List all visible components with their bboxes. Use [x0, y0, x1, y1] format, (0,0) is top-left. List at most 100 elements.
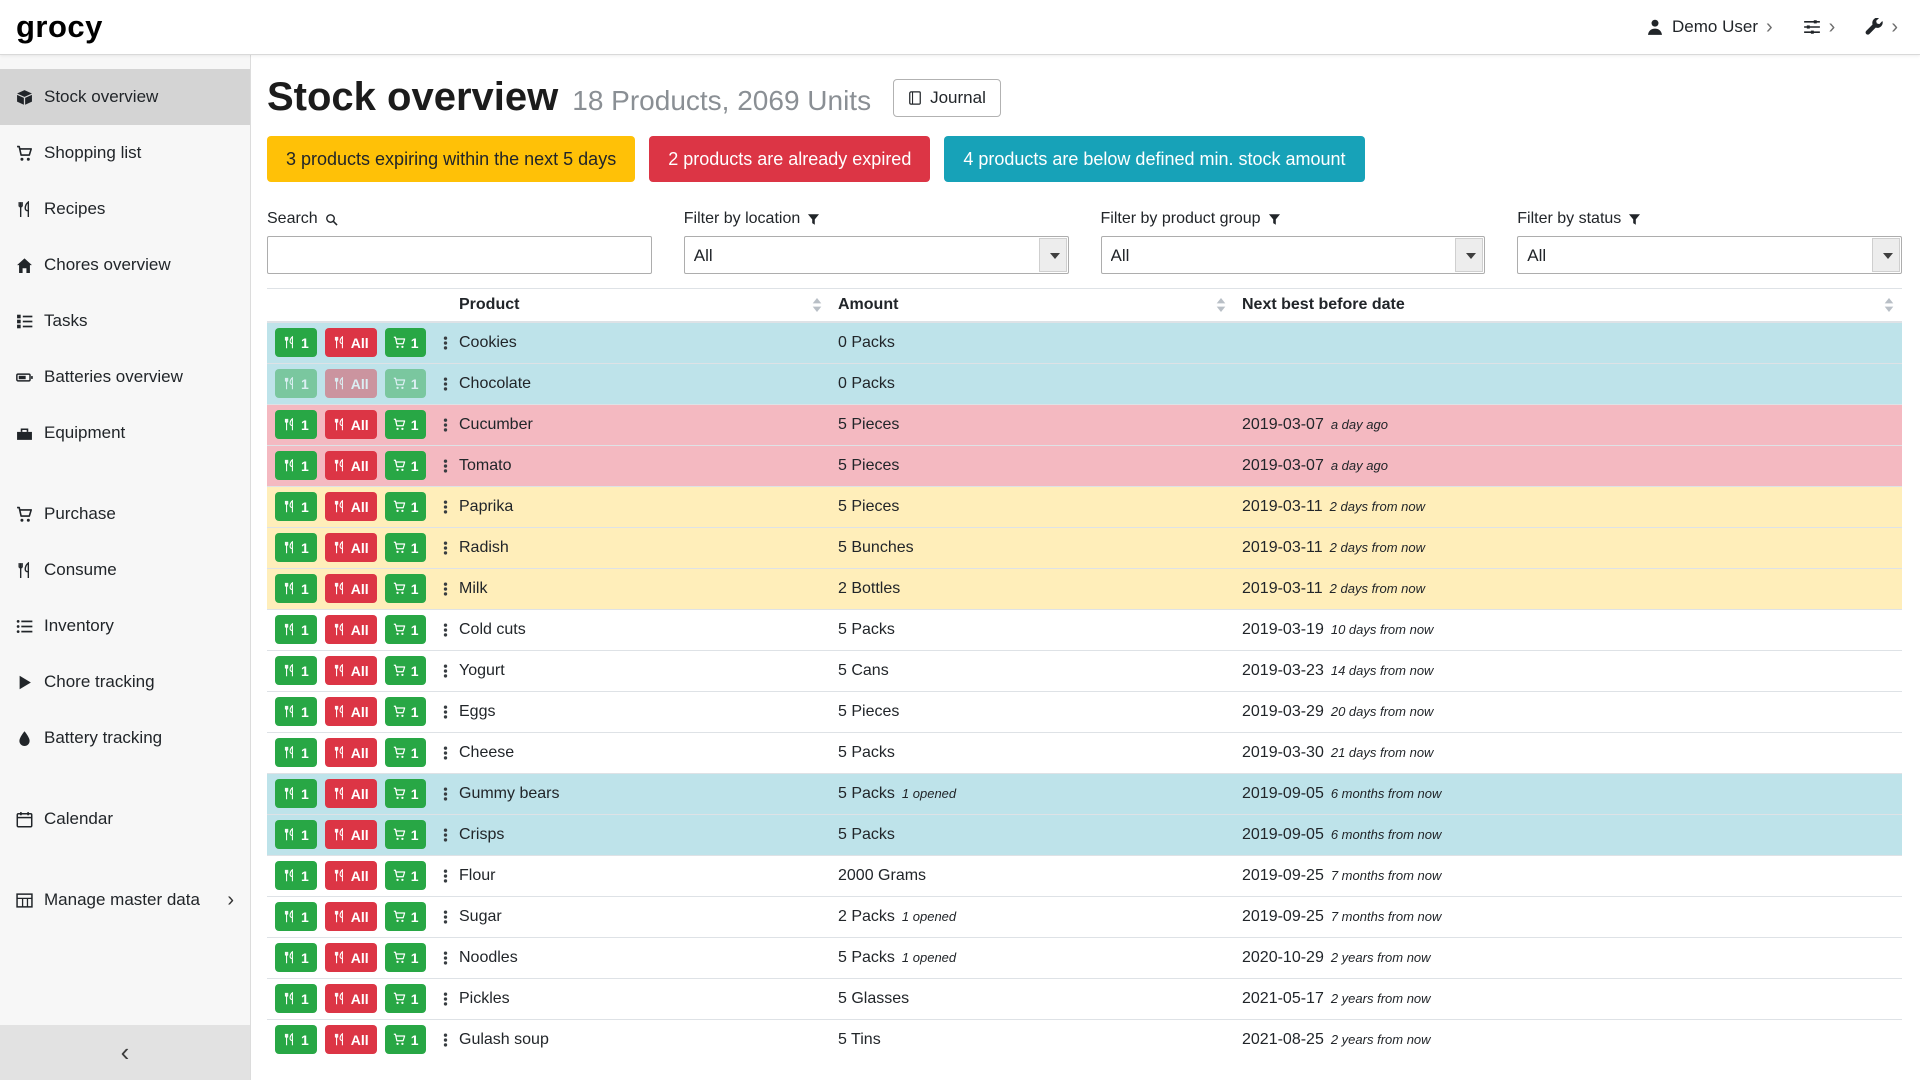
column-header-product[interactable]: Product	[451, 289, 830, 323]
row-menu-button[interactable]	[434, 906, 457, 928]
consume-one-button[interactable]: 1	[275, 451, 317, 480]
stock-alert-warning[interactable]: 3 products expiring within the next 5 da…	[267, 136, 635, 182]
consume-all-button[interactable]: All	[325, 820, 377, 849]
sidebar-item-stock-overview[interactable]: Stock overview	[0, 69, 250, 125]
consume-one-button[interactable]: 1	[275, 615, 317, 644]
consume-all-button[interactable]: All	[325, 861, 377, 890]
purchase-one-button[interactable]: 1	[385, 779, 427, 808]
consume-one-button[interactable]: 1	[275, 492, 317, 521]
consume-one-button[interactable]: 1	[275, 984, 317, 1013]
location-filter-select[interactable]: All	[684, 236, 1069, 274]
consume-all-button[interactable]: All	[325, 615, 377, 644]
consume-all-button[interactable]: All	[325, 656, 377, 685]
sidebar-item-recipes[interactable]: Recipes	[0, 181, 250, 237]
sidebar-item-equipment[interactable]: Equipment	[0, 405, 250, 461]
purchase-one-button[interactable]: 1	[385, 369, 427, 398]
purchase-one-button[interactable]: 1	[385, 697, 427, 726]
purchase-one-button[interactable]: 1	[385, 533, 427, 562]
sidebar-item-calendar[interactable]: Calendar	[0, 791, 250, 847]
user-menu[interactable]: Demo User ›	[1646, 17, 1773, 37]
consume-one-button[interactable]: 1	[275, 902, 317, 931]
column-header-amount[interactable]: Amount	[830, 289, 1234, 323]
consume-one-button[interactable]: 1	[275, 410, 317, 439]
purchase-one-button[interactable]: 1	[385, 861, 427, 890]
consume-one-button[interactable]: 1	[275, 738, 317, 767]
row-menu-button[interactable]	[434, 373, 457, 395]
row-menu-button[interactable]	[434, 660, 457, 682]
admin-menu[interactable]: ›	[1865, 17, 1898, 37]
product-group-filter-select[interactable]: All	[1101, 236, 1486, 274]
sidebar-item-purchase[interactable]: Purchase	[0, 486, 250, 542]
consume-all-button[interactable]: All	[325, 533, 377, 562]
consume-one-button[interactable]: 1	[275, 328, 317, 357]
purchase-one-button[interactable]: 1	[385, 574, 427, 603]
sidebar-item-consume[interactable]: Consume	[0, 542, 250, 598]
consume-all-button[interactable]: All	[325, 738, 377, 767]
sidebar-item-batteries-overview[interactable]: Batteries overview	[0, 349, 250, 405]
purchase-one-button[interactable]: 1	[385, 328, 427, 357]
status-filter-select[interactable]: All	[1517, 236, 1902, 274]
purchase-one-button[interactable]: 1	[385, 615, 427, 644]
consume-all-button[interactable]: All	[325, 697, 377, 726]
row-menu-button[interactable]	[434, 824, 457, 846]
row-menu-button[interactable]	[434, 619, 457, 641]
consume-one-button[interactable]: 1	[275, 697, 317, 726]
purchase-one-button[interactable]: 1	[385, 492, 427, 521]
sidebar-item-manage-master-data[interactable]: Manage master data ›	[0, 872, 250, 928]
consume-one-button[interactable]: 1	[275, 369, 317, 398]
row-menu-button[interactable]	[434, 865, 457, 887]
purchase-one-button[interactable]: 1	[385, 410, 427, 439]
consume-one-button[interactable]: 1	[275, 820, 317, 849]
row-menu-button[interactable]	[434, 332, 457, 354]
consume-all-button[interactable]: All	[325, 574, 377, 603]
purchase-one-button[interactable]: 1	[385, 984, 427, 1013]
row-menu-button[interactable]	[434, 742, 457, 764]
purchase-one-button[interactable]: 1	[385, 820, 427, 849]
purchase-one-button[interactable]: 1	[385, 451, 427, 480]
sidebar-item-shopping-list[interactable]: Shopping list	[0, 125, 250, 181]
purchase-one-button[interactable]: 1	[385, 943, 427, 972]
sidebar-collapse-button[interactable]: ‹	[0, 1025, 250, 1080]
consume-one-button[interactable]: 1	[275, 656, 317, 685]
consume-all-button[interactable]: All	[325, 943, 377, 972]
consume-all-button[interactable]: All	[325, 410, 377, 439]
row-menu-button[interactable]	[434, 1029, 457, 1051]
search-input[interactable]	[267, 236, 652, 274]
sidebar-item-chores-overview[interactable]: Chores overview	[0, 237, 250, 293]
sidebar-item-chore-tracking[interactable]: Chore tracking	[0, 654, 250, 710]
journal-button[interactable]: Journal	[893, 79, 1001, 117]
consume-one-button[interactable]: 1	[275, 779, 317, 808]
consume-one-button[interactable]: 1	[275, 861, 317, 890]
consume-one-button[interactable]: 1	[275, 943, 317, 972]
consume-one-button[interactable]: 1	[275, 574, 317, 603]
purchase-one-button[interactable]: 1	[385, 738, 427, 767]
consume-all-button[interactable]: All	[325, 328, 377, 357]
row-menu-button[interactable]	[434, 496, 457, 518]
row-menu-button[interactable]	[434, 701, 457, 723]
row-menu-button[interactable]	[434, 578, 457, 600]
app-logo[interactable]: grocy	[16, 9, 103, 45]
consume-all-button[interactable]: All	[325, 779, 377, 808]
consume-all-button[interactable]: All	[325, 492, 377, 521]
purchase-one-button[interactable]: 1	[385, 656, 427, 685]
row-menu-button[interactable]	[434, 414, 457, 436]
row-menu-button[interactable]	[434, 455, 457, 477]
settings-menu[interactable]: ›	[1803, 17, 1836, 37]
consume-all-button[interactable]: All	[325, 369, 377, 398]
sidebar-item-inventory[interactable]: Inventory	[0, 598, 250, 654]
consume-one-button[interactable]: 1	[275, 533, 317, 562]
consume-one-button[interactable]: 1	[275, 1025, 317, 1054]
column-header-date[interactable]: Next best before date	[1234, 289, 1902, 323]
consume-all-button[interactable]: All	[325, 1025, 377, 1054]
consume-all-button[interactable]: All	[325, 451, 377, 480]
consume-all-button[interactable]: All	[325, 984, 377, 1013]
row-menu-button[interactable]	[434, 947, 457, 969]
consume-all-button[interactable]: All	[325, 902, 377, 931]
row-menu-button[interactable]	[434, 537, 457, 559]
sidebar-item-tasks[interactable]: Tasks	[0, 293, 250, 349]
row-menu-button[interactable]	[434, 988, 457, 1010]
purchase-one-button[interactable]: 1	[385, 902, 427, 931]
stock-alert-danger[interactable]: 2 products are already expired	[649, 136, 930, 182]
row-menu-button[interactable]	[434, 783, 457, 805]
sidebar-item-battery-tracking[interactable]: Battery tracking	[0, 710, 250, 766]
